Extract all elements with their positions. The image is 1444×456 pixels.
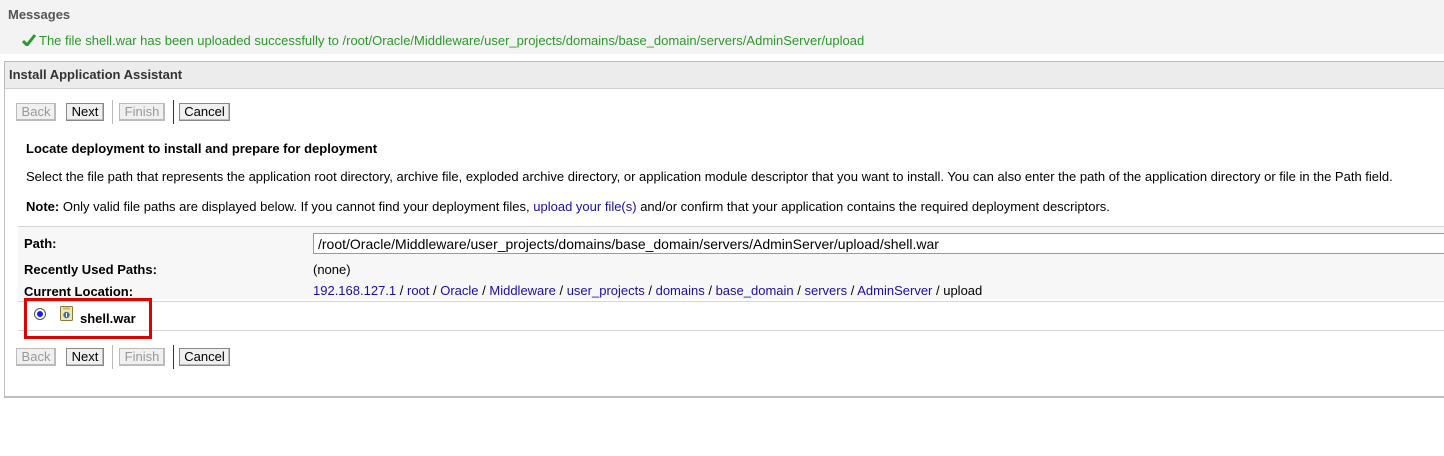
breadcrumb-separator: / bbox=[793, 283, 805, 298]
breadcrumb-separator: / bbox=[555, 283, 567, 298]
breadcrumb-item[interactable]: Middleware bbox=[489, 283, 555, 298]
check-icon bbox=[22, 34, 36, 46]
breadcrumb-separator: / bbox=[847, 283, 858, 298]
assistant-header: Install Application Assistant bbox=[5, 62, 1444, 89]
recent-paths-label: Recently Used Paths: bbox=[24, 262, 157, 277]
upload-files-link[interactable]: upload your file(s) bbox=[533, 199, 636, 214]
button-separator bbox=[173, 100, 174, 124]
page-heading: Locate deployment to install and prepare… bbox=[26, 141, 378, 156]
breadcrumb-separator: / bbox=[396, 283, 407, 298]
current-location-breadcrumb: 192.168.127.1 / root / Oracle / Middlewa… bbox=[313, 283, 982, 298]
breadcrumb-item[interactable]: root bbox=[407, 283, 429, 298]
next-button[interactable]: Next bbox=[66, 103, 104, 121]
back-button[interactable]: Back bbox=[16, 103, 56, 121]
breadcrumb-item[interactable]: Oracle bbox=[440, 283, 478, 298]
breadcrumb-separator: / bbox=[478, 283, 490, 298]
finish-button[interactable]: Finish bbox=[119, 348, 165, 366]
breadcrumb-item[interactable]: servers bbox=[804, 283, 847, 298]
breadcrumb-item[interactable]: 192.168.127.1 bbox=[313, 283, 396, 298]
page-description: Select the file path that represents the… bbox=[26, 169, 1393, 184]
note-text-post: and/or confirm that your application con… bbox=[636, 199, 1110, 214]
next-button[interactable]: Next bbox=[66, 348, 104, 366]
current-location-label: Current Location: bbox=[24, 284, 134, 299]
path-input[interactable] bbox=[313, 233, 1444, 254]
path-form: Path: Recently Used Paths: (none) Curren… bbox=[18, 226, 1444, 299]
assistant-title: Install Application Assistant bbox=[9, 67, 183, 82]
recent-paths-value: (none) bbox=[313, 262, 351, 277]
breadcrumb-separator: / bbox=[704, 283, 716, 298]
selection-highlight-box bbox=[24, 298, 152, 339]
button-separator bbox=[112, 100, 113, 124]
breadcrumb-item[interactable]: base_domain bbox=[716, 283, 794, 298]
path-label: Path: bbox=[24, 236, 57, 251]
cancel-button[interactable]: Cancel bbox=[179, 348, 230, 366]
page-note: Note: Only valid file paths are displaye… bbox=[26, 199, 1110, 214]
breadcrumb-separator: / bbox=[932, 283, 944, 298]
success-message: The file shell.war has been uploaded suc… bbox=[22, 33, 864, 48]
breadcrumb-item[interactable]: user_projects bbox=[567, 283, 645, 298]
cancel-button[interactable]: Cancel bbox=[179, 103, 230, 121]
button-separator bbox=[173, 345, 174, 369]
success-message-text: The file shell.war has been uploaded suc… bbox=[39, 33, 865, 48]
breadcrumb-item[interactable]: AdminServer bbox=[857, 283, 932, 298]
install-application-assistant: Install Application Assistant Back Next … bbox=[4, 61, 1444, 398]
file-list-row[interactable]: shell.war bbox=[18, 301, 1444, 331]
breadcrumb-item[interactable]: domains bbox=[656, 283, 705, 298]
breadcrumb-item: upload bbox=[943, 283, 983, 298]
messages-panel: Messages The file shell.war has been upl… bbox=[0, 0, 1444, 54]
note-text-pre: Only valid file paths are displayed belo… bbox=[59, 199, 534, 214]
finish-button[interactable]: Finish bbox=[119, 103, 165, 121]
back-button[interactable]: Back bbox=[16, 348, 56, 366]
breadcrumb-separator: / bbox=[644, 283, 656, 298]
messages-title: Messages bbox=[8, 7, 71, 22]
note-label: Note: bbox=[26, 199, 60, 214]
button-separator bbox=[112, 345, 113, 369]
breadcrumb-separator: / bbox=[429, 283, 441, 298]
